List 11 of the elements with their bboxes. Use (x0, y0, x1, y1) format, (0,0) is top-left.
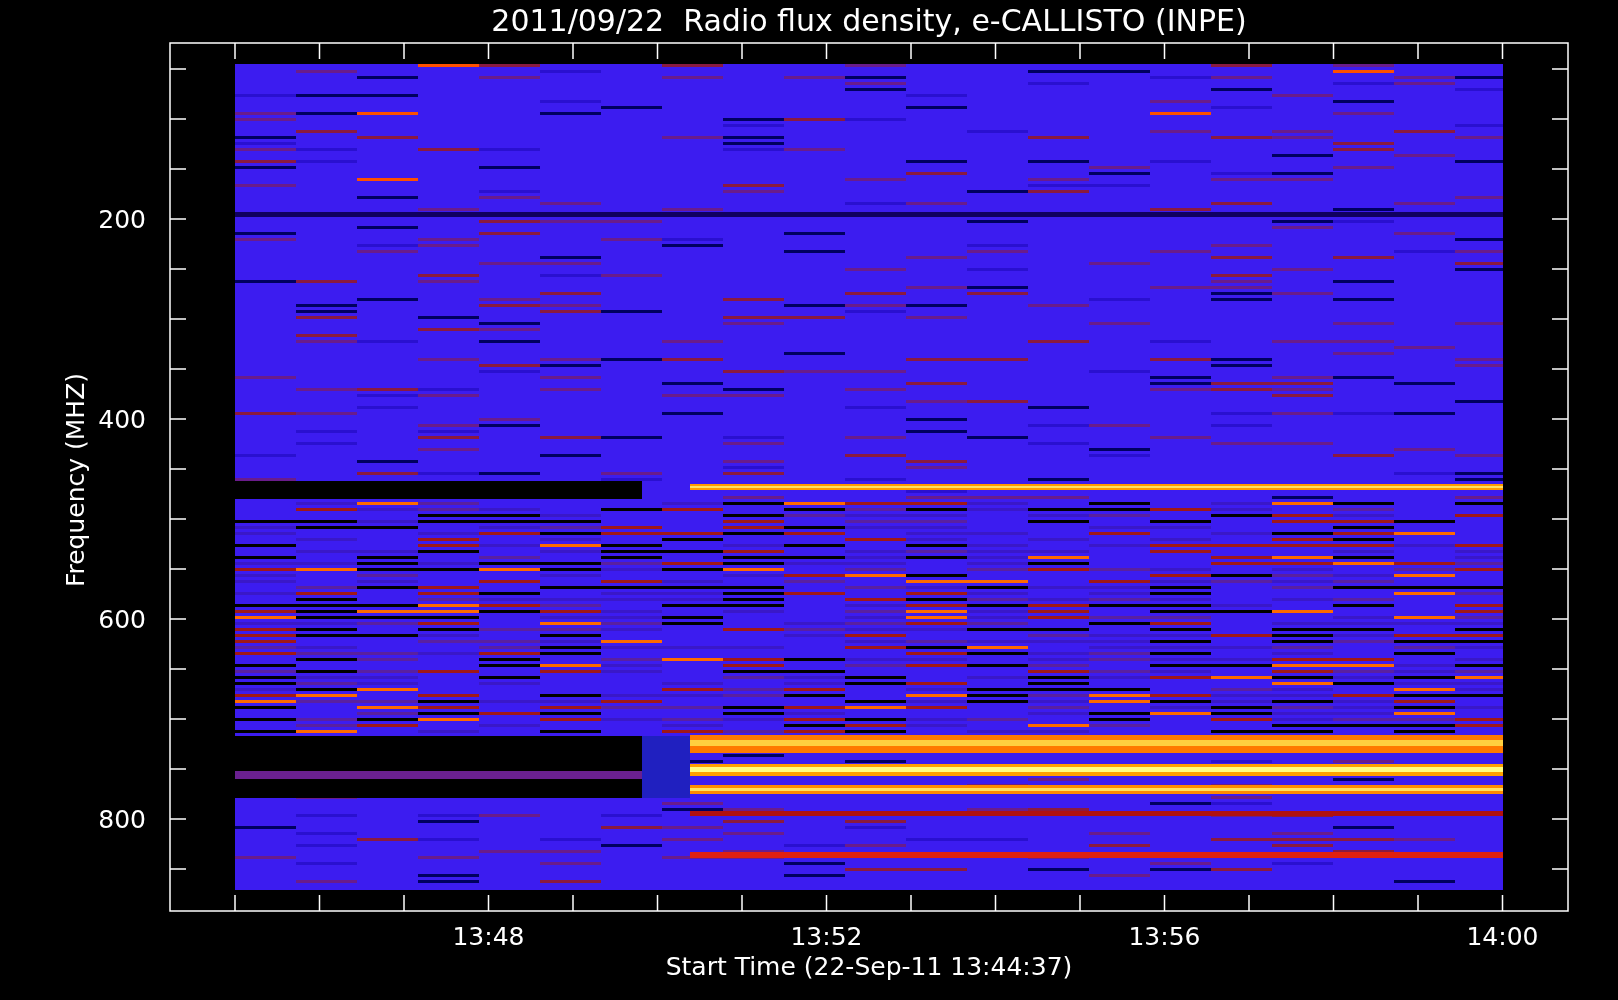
x-tick-label: 13:56 (1128, 922, 1201, 951)
chart-title: 2011/09/22 Radio flux density, e-CALLISTO (INPE) (491, 3, 1247, 38)
x-tick-label: 13:52 (790, 922, 863, 951)
x-tick-label: 14:00 (1466, 922, 1539, 951)
x-tick-label: 13:48 (452, 922, 525, 951)
y-tick-label: 800 (98, 805, 146, 834)
y-tick-label: 400 (98, 405, 146, 434)
x-axis-label: Start Time (22-Sep-11 13:44:37) (665, 952, 1073, 981)
y-tick-label: 200 (98, 205, 146, 234)
y-tick-label: 600 (98, 605, 146, 634)
y-axis-label: Frequency (MHZ) (61, 372, 90, 588)
